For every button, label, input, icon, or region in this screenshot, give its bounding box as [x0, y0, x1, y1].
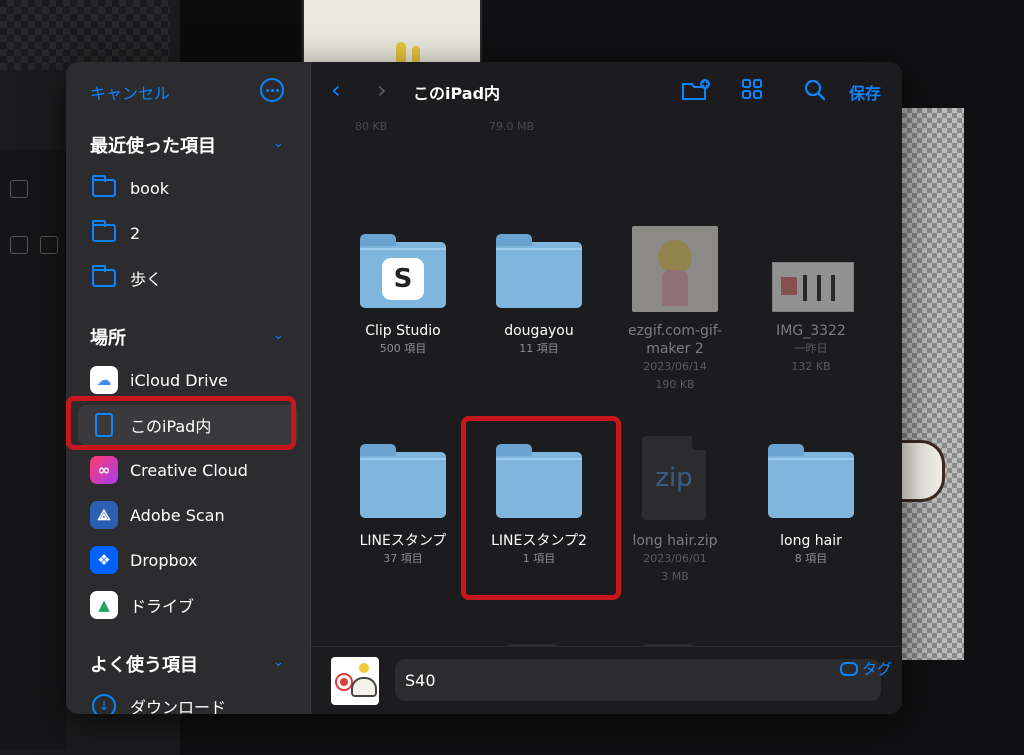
chevron-down-icon[interactable]: ⌄ — [273, 655, 284, 670]
adobe-scan-icon: ⟁ — [90, 501, 118, 529]
sidebar-item-label: book — [130, 178, 169, 198]
filename-input[interactable]: S40 — [395, 659, 881, 701]
sidebar-item-recent[interactable]: 2 — [78, 213, 298, 253]
layer-tool-icon — [10, 180, 28, 198]
file-meta: 500 項目 — [379, 342, 427, 355]
image-thumbnail — [630, 226, 720, 316]
sidebar-item-recent[interactable]: book — [78, 168, 298, 208]
file-browser: ‹ › このiPad内 保存 80 KB 79.0 MB S Clip Stud… — [311, 62, 902, 714]
file-name: Clip Studio — [365, 323, 441, 339]
tag-label: タグ — [861, 660, 892, 678]
file-name: LINEスタンプ — [359, 533, 447, 549]
sidebar-item-dropbox[interactable]: ❖ Dropbox — [78, 540, 298, 580]
file-name: long hair.zip — [632, 533, 718, 549]
sidebar-item-label: ダウンロード — [130, 698, 227, 714]
sidebar-item-label: Adobe Scan — [130, 505, 225, 525]
file-item-image[interactable]: IMG_3322 一昨日 132 KB — [743, 226, 879, 376]
page-title: このiPad内 — [413, 84, 501, 103]
folder-icon: S — [358, 226, 448, 316]
sidebar-item-label: iCloud Drive — [130, 370, 228, 390]
tag-icon — [839, 661, 858, 676]
grid-view-icon[interactable] — [741, 78, 763, 104]
forward-button[interactable]: › — [377, 76, 387, 104]
sidebar: キャンセル 最近使った項目 ⌄ book 2 歩く 場所 ⌄ ☁ iCloud … — [66, 62, 311, 714]
highlight-annotation — [461, 416, 621, 600]
file-meta: 11 項目 — [519, 342, 559, 355]
google-drive-icon: ▲ — [90, 591, 118, 619]
sidebar-item-adobe-scan[interactable]: ⟁ Adobe Scan — [78, 495, 298, 535]
file-item-folder[interactable]: S Clip Studio 500 項目 — [335, 226, 471, 358]
cancel-button[interactable]: キャンセル — [90, 80, 170, 104]
toolbar: ‹ › このiPad内 保存 — [311, 62, 902, 118]
tool-icon — [40, 236, 58, 254]
file-meta: 37 項目 — [383, 552, 423, 565]
clip-studio-app-icon: S — [382, 258, 424, 300]
file-item-folder[interactable]: dougayou 11 項目 — [471, 226, 607, 358]
folder-icon — [766, 436, 856, 526]
folder-icon — [90, 174, 118, 202]
file-meta: 132 KB — [791, 360, 831, 373]
background-tool-strip — [0, 150, 66, 750]
file-item-folder[interactable]: long hair 8 項目 — [743, 436, 879, 568]
background-drawing — [902, 440, 945, 502]
sidebar-item-label: 2 — [130, 223, 141, 243]
file-meta: 80 KB — [355, 120, 388, 133]
file-item-folder[interactable]: LINEスタンプ 37 項目 — [335, 436, 471, 568]
file-meta: 79.0 MB — [489, 120, 535, 133]
save-button[interactable]: 保存 — [849, 80, 881, 104]
dropbox-icon: ❖ — [90, 546, 118, 574]
sidebar-item-google-drive[interactable]: ▲ ドライブ — [78, 585, 298, 625]
highlight-annotation — [66, 396, 296, 450]
file-name: long hair — [780, 533, 842, 549]
favorites-section-title: よく使う項目 — [90, 655, 198, 676]
search-icon[interactable] — [803, 78, 827, 106]
new-folder-icon[interactable] — [681, 78, 711, 106]
file-name: dougayou — [504, 323, 574, 339]
save-file-dialog: キャンセル 最近使った項目 ⌄ book 2 歩く 場所 ⌄ ☁ iCloud … — [66, 62, 902, 714]
file-meta: 3 MB — [661, 570, 689, 583]
sidebar-item-label: Dropbox — [130, 550, 198, 570]
sidebar-item-creative-cloud[interactable]: ∞ Creative Cloud — [78, 450, 298, 490]
sidebar-item-label: Creative Cloud — [130, 460, 248, 480]
file-name: IMG_3322 — [776, 323, 846, 339]
tag-button[interactable]: タグ — [839, 658, 892, 679]
background-transparent-canvas — [902, 108, 964, 660]
file-meta: 190 KB — [655, 378, 695, 391]
sidebar-item-recent[interactable]: 歩く — [78, 258, 298, 298]
more-options-icon[interactable] — [260, 78, 284, 102]
file-name: ezgif.com-gif-maker 2 — [627, 323, 723, 357]
file-meta: 8 項目 — [794, 552, 828, 565]
tool-icon — [10, 236, 28, 254]
download-icon: ↓ — [90, 692, 118, 714]
zip-file-icon: zip — [630, 436, 720, 526]
folder-icon — [358, 436, 448, 526]
folder-icon — [90, 264, 118, 292]
chevron-down-icon[interactable]: ⌄ — [273, 136, 284, 151]
background-canvas-paper — [302, 0, 482, 64]
image-thumbnail — [766, 226, 856, 316]
background-top-strip — [180, 0, 300, 62]
back-button[interactable]: ‹ — [331, 76, 341, 104]
icloud-icon: ☁ — [90, 366, 118, 394]
save-bar: S40 タグ — [311, 646, 902, 714]
folder-icon — [494, 226, 584, 316]
creative-cloud-icon: ∞ — [90, 456, 118, 484]
file-item-zip[interactable]: zip long hair.zip 2023/06/01 3 MB — [607, 436, 743, 586]
file-thumbnail — [331, 657, 379, 705]
file-grid: 80 KB 79.0 MB S Clip Studio 500 項目 douga… — [311, 118, 902, 646]
sidebar-item-label: 歩く — [130, 270, 163, 289]
color-palette-grid — [0, 0, 170, 70]
folder-icon — [90, 219, 118, 247]
file-meta: 2023/06/01 — [643, 552, 707, 565]
file-item-image[interactable]: ezgif.com-gif-maker 2 2023/06/14 190 KB — [607, 226, 743, 394]
file-meta: 一昨日 — [794, 342, 828, 355]
file-meta: 2023/06/14 — [643, 360, 707, 373]
sidebar-item-downloads[interactable]: ↓ ダウンロード — [78, 686, 298, 714]
recent-section-title: 最近使った項目 — [90, 136, 216, 157]
filename-value: S40 — [405, 670, 436, 690]
sidebar-item-icloud-drive[interactable]: ☁ iCloud Drive — [78, 360, 298, 400]
sidebar-item-label: ドライブ — [130, 597, 195, 616]
chevron-down-icon[interactable]: ⌄ — [273, 328, 284, 343]
places-section-title: 場所 — [90, 328, 126, 349]
